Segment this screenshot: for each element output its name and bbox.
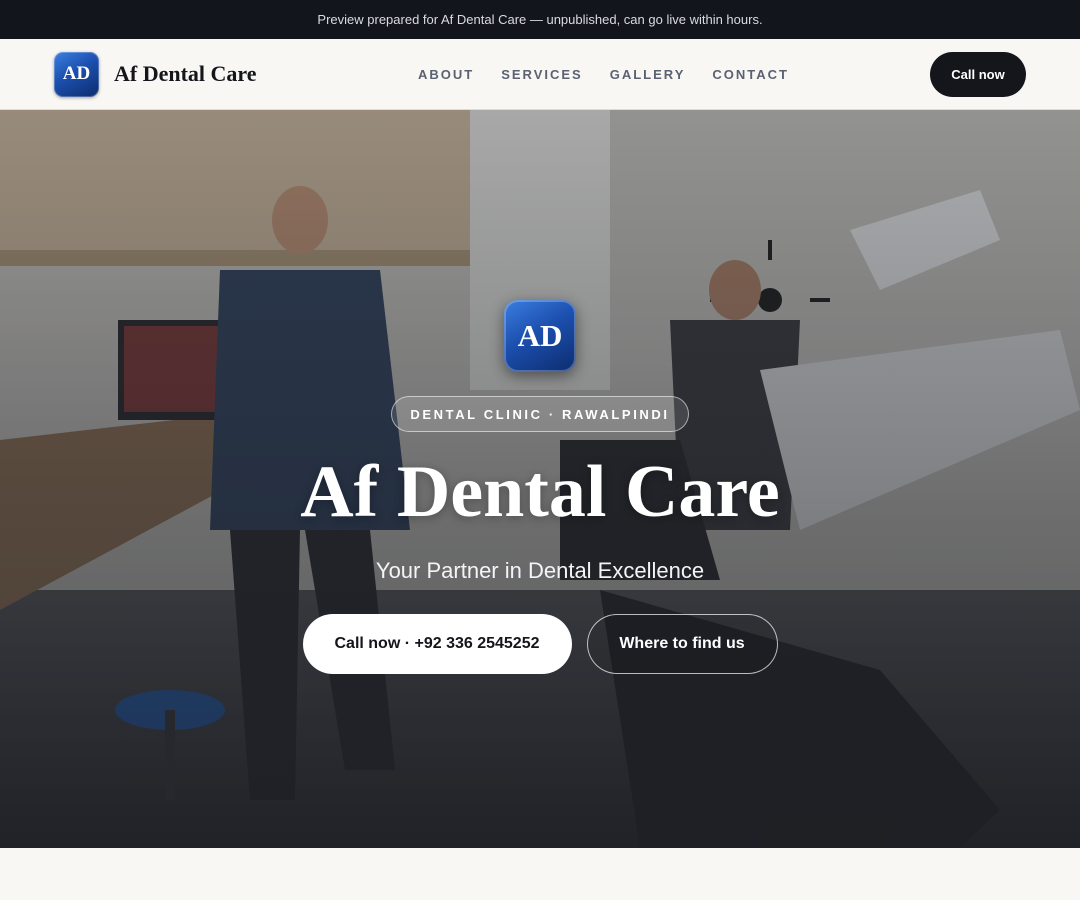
hero-title: Af Dental Care (300, 451, 780, 533)
hero-eyebrow-tag: DENTAL CLINIC · RAWALPINDI (391, 396, 689, 432)
nav-link-about[interactable]: ABOUT (418, 67, 474, 82)
nav-link-contact[interactable]: CONTACT (712, 67, 789, 82)
logo-badge: AD (54, 51, 99, 97)
header-call-button[interactable]: Call now (930, 52, 1026, 97)
nav-link-gallery[interactable]: GALLERY (610, 67, 686, 82)
hero-subtitle: Your Partner in Dental Excellence (375, 558, 705, 583)
nav-link-services[interactable]: SERVICES (501, 67, 583, 82)
brand-name: Af Dental Care (114, 61, 257, 86)
brand-home-link[interactable]: AD Af Dental Care (54, 51, 257, 97)
hero-location-button[interactable]: Where to find us (586, 614, 778, 674)
preview-banner-text: Preview prepared for Af Dental Care — un… (317, 12, 763, 27)
hero-actions: Call now · +92 336 2545252 Where to find… (302, 614, 778, 674)
preview-banner: Preview prepared for Af Dental Care — un… (0, 0, 1080, 39)
hero-content: AD DENTAL CLINIC · RAWALPINDI Af Dental … (0, 110, 1080, 848)
hero-section: AD DENTAL CLINIC · RAWALPINDI Af Dental … (0, 110, 1080, 848)
site-header: AD Af Dental Care ABOUT SERVICES GALLERY… (0, 39, 1080, 110)
main-nav: ABOUT SERVICES GALLERY CONTACT (418, 39, 789, 110)
next-section (0, 848, 1080, 900)
hero-logo-badge: AD (504, 300, 576, 372)
hero-call-button[interactable]: Call now · +92 336 2545252 (302, 614, 572, 674)
